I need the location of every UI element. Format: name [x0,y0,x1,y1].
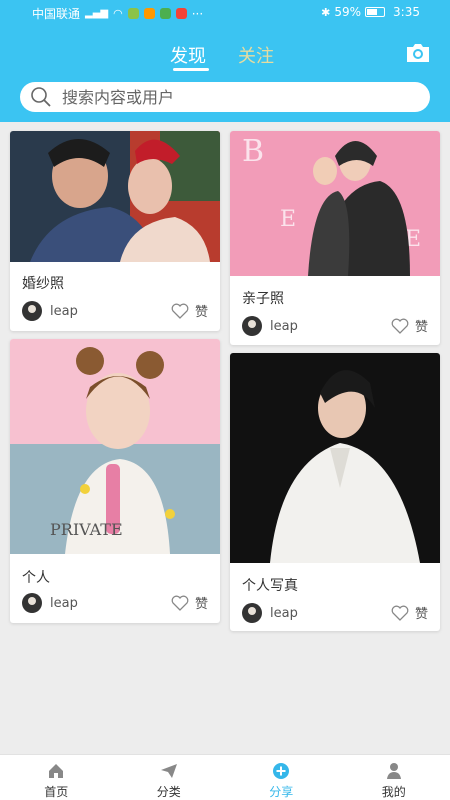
active-tab-indicator [173,68,209,71]
nav-item-share[interactable]: 分享 [225,755,338,800]
post-image [230,353,440,563]
author-name: leap [50,303,78,319]
nav-label: 分类 [156,785,181,799]
avatar [22,301,42,321]
nav-label: 分享 [269,785,294,799]
app-notification-icon [159,8,171,19]
heart-icon [171,595,189,611]
post-card-personal[interactable]: PRIVATE 个人 leap 赞 [10,339,220,623]
post-author[interactable]: leap [22,593,78,613]
user-icon [386,763,401,779]
battery-icon [365,7,386,17]
top-tabs: 发现 关注 [0,42,450,72]
post-image [10,131,220,262]
search-input[interactable] [62,87,402,107]
more-notifications-icon: ··· [191,6,204,21]
like-button[interactable]: 赞 [391,316,428,335]
image-overlay-text: PRIVATE [50,520,123,539]
search-bar[interactable] [20,82,430,112]
post-author[interactable]: leap [242,316,298,336]
like-button[interactable]: 赞 [391,603,428,622]
avatar [22,593,42,613]
post-card-wedding[interactable]: 婚纱照 leap 赞 [10,131,220,331]
wifi-icon: ◠ [113,7,123,20]
post-author[interactable]: leap [22,301,78,321]
nav-item-profile[interactable]: 我的 [338,755,450,800]
header: 中国联通 ▂▄▆ ◠ ··· ✱ 59% 3:35 发现 关注 [0,0,450,122]
like-button[interactable]: 赞 [171,593,208,612]
post-author[interactable]: leap [242,603,298,623]
nav-item-category[interactable]: 分类 [113,755,226,800]
battery-percent: 59% [334,5,362,19]
tab-follow[interactable]: 关注 [238,42,274,68]
app-notification-icon [175,8,187,19]
author-name: leap [270,605,298,621]
heart-icon [171,303,189,319]
heart-icon [391,318,409,334]
nav-item-home[interactable]: 首页 [0,755,113,800]
tab-discover[interactable]: 发现 [170,42,206,68]
carrier-label: 中国联通 [32,7,81,21]
author-name: leap [50,595,78,611]
like-label: 赞 [414,320,428,335]
post-card-portrait[interactable]: 个人写真 leap 赞 [230,353,440,631]
avatar [242,316,262,336]
like-label: 赞 [414,607,428,622]
plus-circle-icon [273,763,290,779]
paper-plane-icon [160,764,177,778]
like-label: 赞 [194,597,208,612]
camera-icon[interactable] [404,42,432,64]
clock: 3:35 [393,5,420,19]
app-notification-icon [143,8,155,19]
nav-label: 我的 [381,785,406,799]
avatar [242,603,262,623]
author-name: leap [270,318,298,334]
search-icon [31,87,51,107]
post-card-family[interactable]: B E E 亲子照 leap 赞 [230,131,440,345]
post-title: 个人 [22,570,50,586]
svg-text:B: B [242,134,264,169]
nav-label: 首页 [44,785,69,799]
signal-icon: ▂▄▆ [85,8,109,19]
post-image: B E E [230,131,440,276]
like-label: 赞 [194,305,208,320]
post-title: 婚纱照 [22,276,64,292]
bottom-nav: 首页 分类 分享 我的 [0,754,450,800]
like-button[interactable]: 赞 [171,301,208,320]
home-icon [49,764,64,778]
post-image: PRIVATE [10,339,220,554]
svg-text:E: E [280,207,296,232]
bluetooth-icon: ✱ [321,5,331,19]
heart-icon [391,605,409,621]
post-title: 个人写真 [242,578,298,594]
app-notification-icon [127,8,139,19]
post-title: 亲子照 [242,291,284,307]
status-bar: 中国联通 ▂▄▆ ◠ ··· ✱ 59% 3:35 [0,0,450,26]
